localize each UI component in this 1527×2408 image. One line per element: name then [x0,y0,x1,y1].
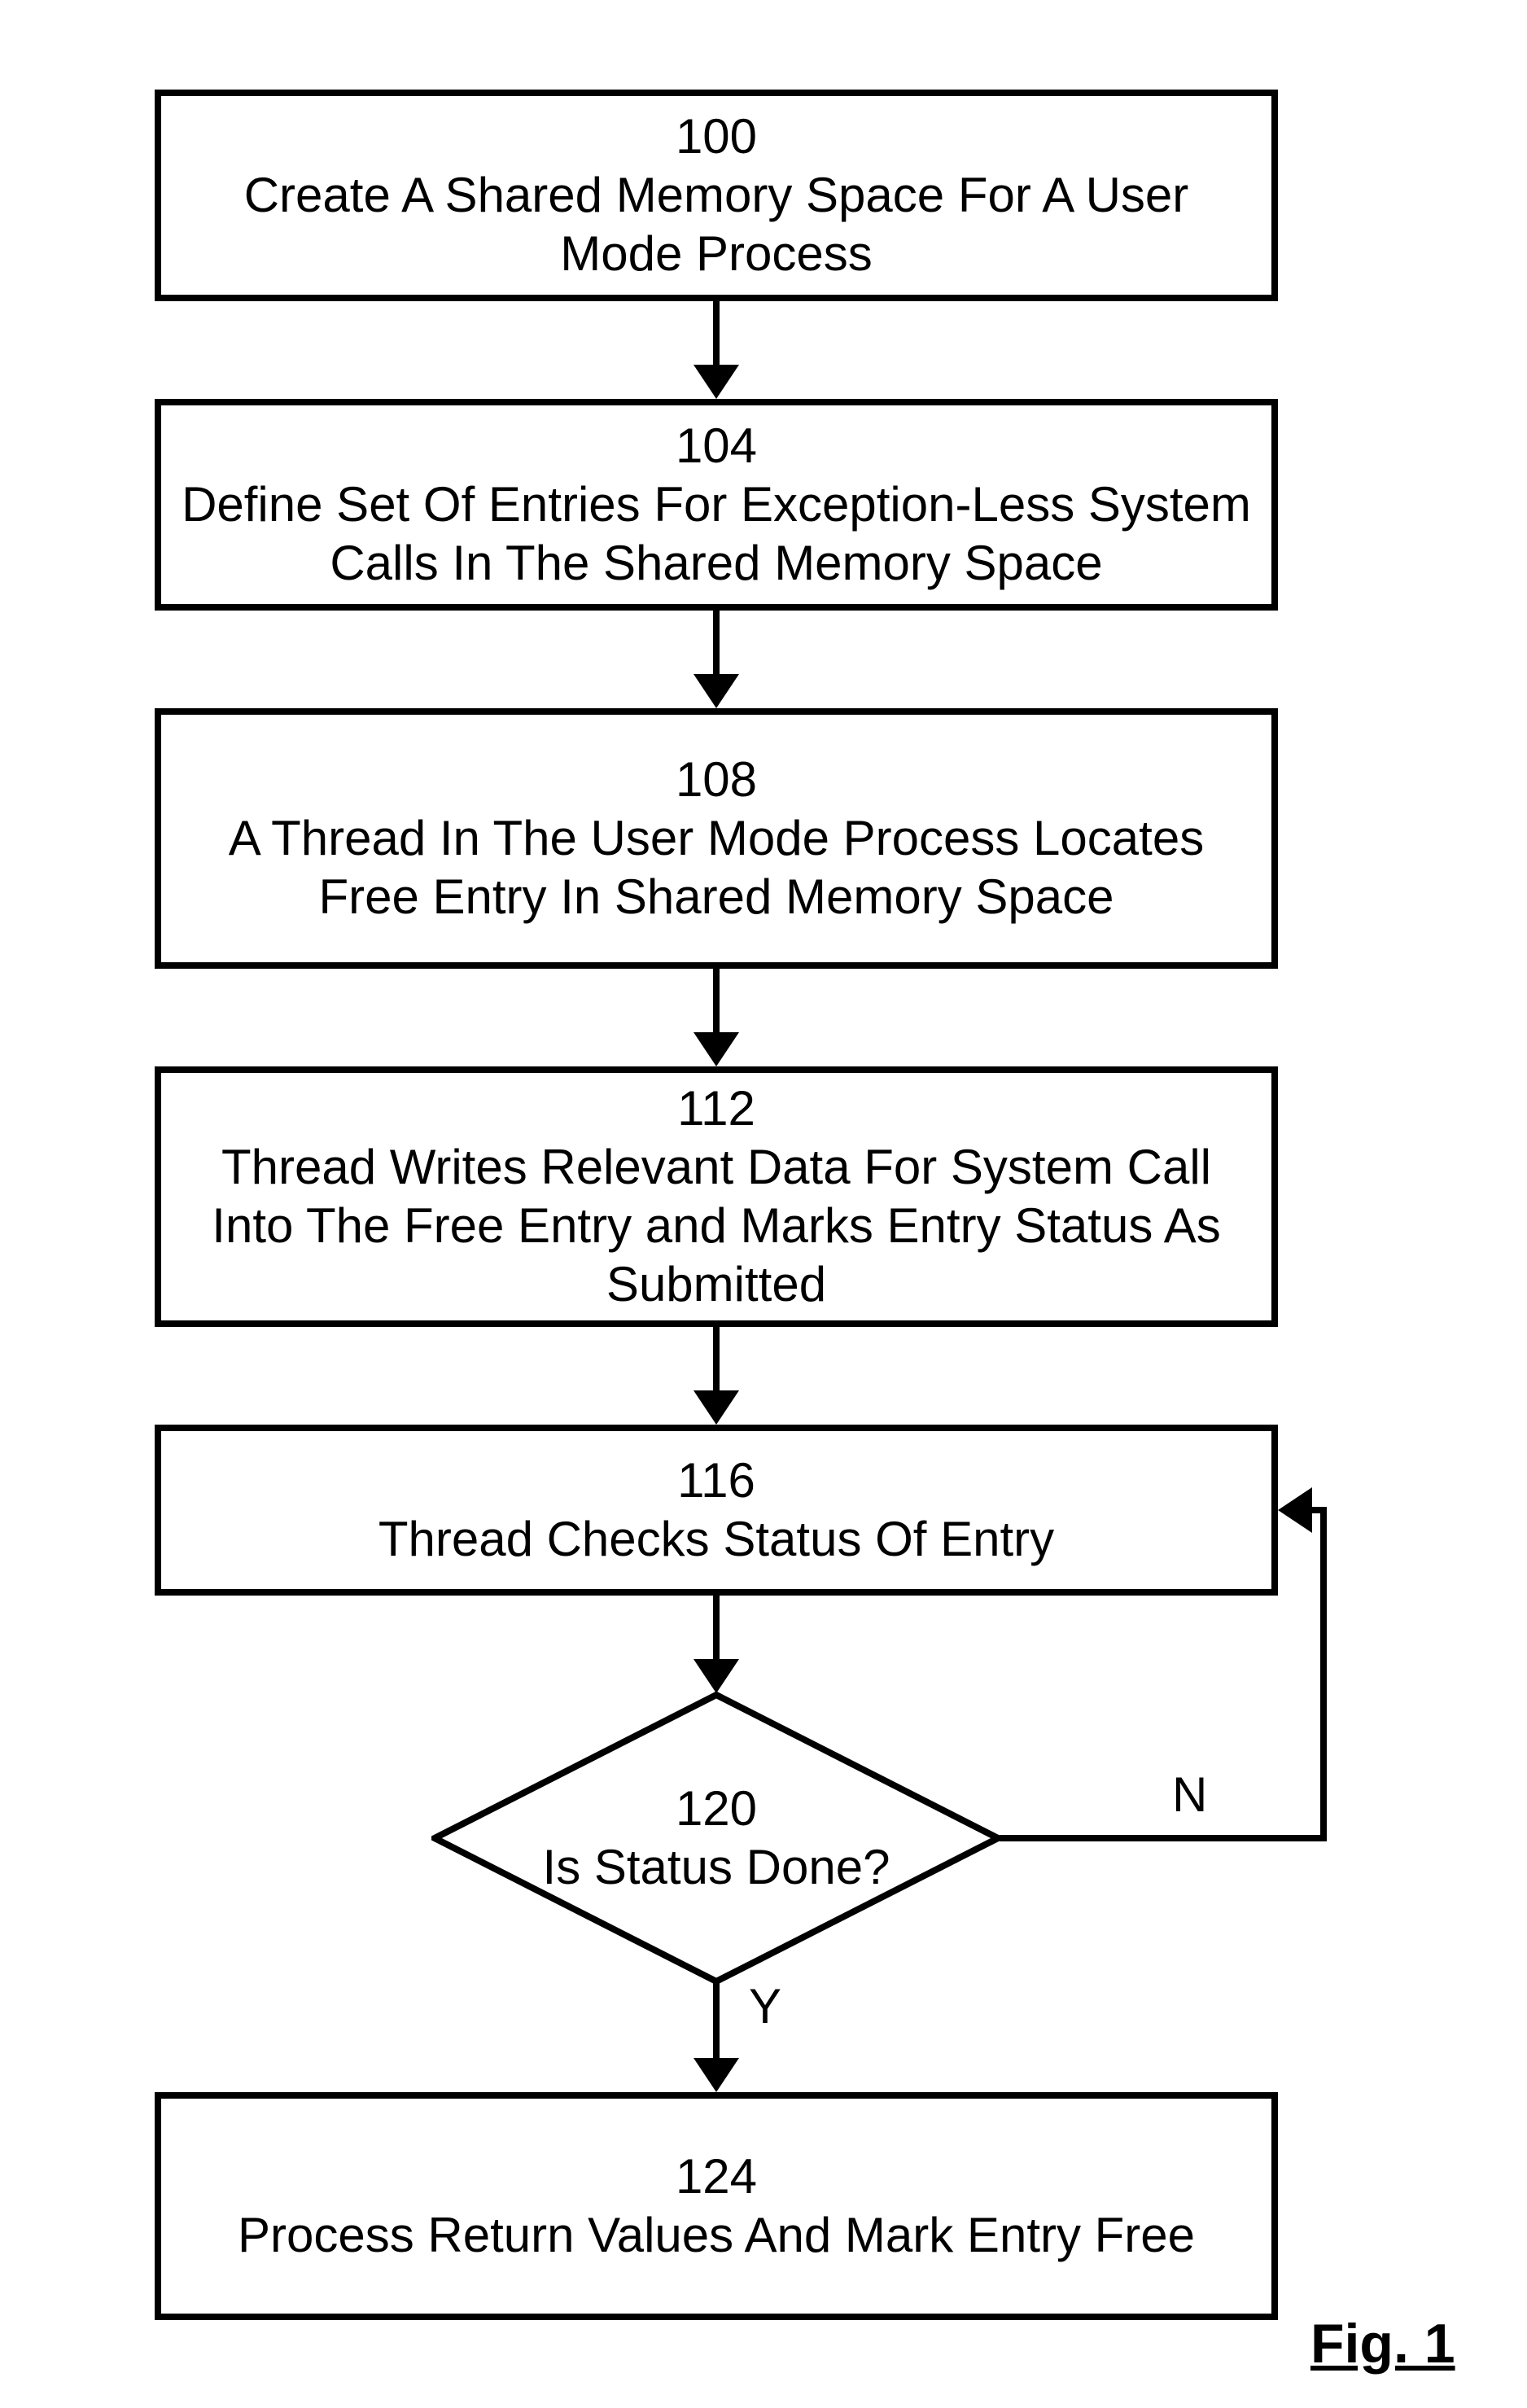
branch-no-h1 [1000,1835,1327,1841]
decision-120-content: 120 Is Status Done? [431,1692,1001,1985]
branch-no-h2 [1312,1507,1327,1513]
branch-no-arrowhead [1278,1487,1312,1533]
step-124: 124 Process Return Values And Mark Entry… [155,2092,1278,2320]
figure-label: Fig. 1 [1310,2312,1455,2375]
step-112-text: Thread Writes Relevant Data For System C… [177,1138,1255,1314]
step-104: 104 Define Set Of Entries For Exception-… [155,399,1278,611]
step-116-text: Thread Checks Status Of Entry [378,1510,1054,1569]
arrow-100-104-line [713,301,720,366]
step-100: 100 Create A Shared Memory Space For A U… [155,90,1278,301]
label-no: N [1172,1767,1207,1823]
arrow-112-116-head [693,1390,739,1425]
step-124-text: Process Return Values And Mark Entry Fre… [238,2206,1195,2265]
step-100-number: 100 [676,107,757,166]
arrow-100-104-head [693,365,739,399]
decision-120: 120 Is Status Done? [431,1692,1001,1985]
arrow-116-120-head [693,1659,739,1693]
step-100-text: Create A Shared Memory Space For A User … [177,166,1255,283]
step-124-number: 124 [676,2147,757,2206]
arrow-112-116-line [713,1327,720,1392]
arrow-108-112-line [713,969,720,1034]
step-104-text: Define Set Of Entries For Exception-Less… [177,475,1255,593]
step-108-number: 108 [676,751,757,809]
step-112-number: 112 [677,1079,755,1138]
label-yes: Y [749,1978,781,2034]
step-116: 116 Thread Checks Status Of Entry [155,1425,1278,1596]
decision-120-number: 120 [676,1780,757,1838]
step-108: 108 A Thread In The User Mode Process Lo… [155,708,1278,969]
branch-yes-line [713,1983,720,2060]
flowchart-canvas: 100 Create A Shared Memory Space For A U… [0,0,1527,2408]
branch-yes-arrowhead [693,2058,739,2092]
step-116-number: 116 [677,1451,755,1510]
arrow-104-108-head [693,674,739,708]
arrow-104-108-line [713,611,720,676]
arrow-108-112-head [693,1032,739,1066]
branch-no-v [1320,1507,1327,1841]
step-112: 112 Thread Writes Relevant Data For Syst… [155,1066,1278,1327]
decision-120-text: Is Status Done? [543,1838,890,1897]
step-104-number: 104 [676,417,757,475]
arrow-116-120-line [713,1596,720,1661]
step-108-text: A Thread In The User Mode Process Locate… [177,809,1255,926]
